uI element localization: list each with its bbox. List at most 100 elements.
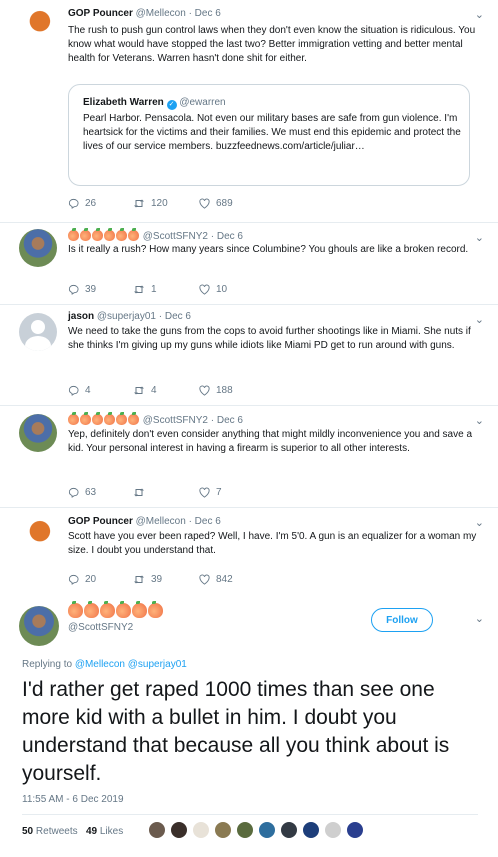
avatar[interactable] bbox=[19, 606, 59, 646]
like-button[interactable]: 842 bbox=[199, 574, 233, 585]
liker-avatar[interactable] bbox=[324, 821, 342, 839]
author-name[interactable] bbox=[68, 601, 164, 623]
author-handle[interactable]: @ScottSFNY2 bbox=[68, 622, 133, 633]
tweet-date[interactable]: · Dec 6 bbox=[189, 516, 221, 527]
chevron-down-icon[interactable]: ⌄ bbox=[475, 516, 484, 529]
like-button[interactable]: 188 bbox=[199, 385, 233, 396]
default-avatar-icon[interactable] bbox=[19, 313, 57, 351]
retweet-icon bbox=[134, 386, 144, 395]
reply-button[interactable]: 63 bbox=[68, 487, 96, 498]
tweet-header: jason @superjay01 · Dec 6 bbox=[68, 311, 191, 322]
heart-icon bbox=[199, 574, 210, 585]
retweet-icon bbox=[134, 285, 144, 294]
like-count: 7 bbox=[216, 487, 222, 499]
peach-emoji-name[interactable] bbox=[68, 412, 140, 428]
quote-header: Elizabeth Warren ✓ @ewarren bbox=[83, 97, 226, 110]
tweet-text: Is it really a rush? How many years sinc… bbox=[68, 244, 469, 255]
reply-button[interactable]: 4 bbox=[68, 385, 91, 396]
chevron-down-icon[interactable]: ⌄ bbox=[475, 414, 484, 427]
liker-avatar[interactable] bbox=[148, 821, 166, 839]
quoted-tweet[interactable]: Elizabeth Warren ✓ @ewarren Pearl Harbor… bbox=[68, 84, 470, 186]
liker-avatar[interactable] bbox=[280, 821, 298, 839]
author-name[interactable]: GOP Pouncer bbox=[68, 516, 133, 527]
tweet-header: GOP Pouncer @Mellecon · Dec 6 bbox=[68, 8, 221, 19]
liker-avatar[interactable] bbox=[346, 821, 364, 839]
retweets-stat[interactable]: 50 Retweets bbox=[22, 826, 78, 837]
retweet-button[interactable] bbox=[133, 487, 151, 498]
tweet-3[interactable]: jason @superjay01 · Dec 6 ⌄ We need to t… bbox=[0, 305, 498, 402]
quote-author-handle: @ewarren bbox=[179, 97, 226, 108]
tweet-header: @ScottSFNY2 · Dec 6 bbox=[68, 228, 243, 244]
tweet-date[interactable]: · Dec 6 bbox=[211, 415, 243, 426]
reply-button[interactable]: 20 bbox=[68, 574, 96, 585]
liker-avatar[interactable] bbox=[192, 821, 210, 839]
author-handle[interactable]: @ScottSFNY2 bbox=[143, 415, 208, 426]
main-tweet-header: @ScottSFNY2 Follow ⌄ bbox=[0, 598, 498, 652]
author-handle[interactable]: @Mellecon bbox=[136, 516, 186, 527]
like-button[interactable]: 10 bbox=[199, 284, 227, 295]
retweet-button[interactable]: 4 bbox=[133, 385, 157, 396]
tweet-5[interactable]: GOP Pouncer @Mellecon · Dec 6 ⌄ Scott ha… bbox=[0, 508, 498, 594]
tweet-timestamp[interactable]: 11:55 AM - 6 Dec 2019 bbox=[22, 794, 124, 805]
author-handle[interactable]: @Mellecon bbox=[136, 8, 186, 19]
tweet-date[interactable]: · Dec 6 bbox=[189, 8, 221, 19]
follow-button[interactable]: Follow bbox=[371, 608, 433, 632]
heart-icon bbox=[199, 198, 210, 209]
reply-count: 26 bbox=[85, 198, 97, 210]
likes-count: 49 bbox=[85, 826, 98, 837]
like-button[interactable]: 7 bbox=[199, 487, 222, 498]
reply-button[interactable]: 26 bbox=[68, 198, 96, 209]
like-button[interactable]: 689 bbox=[199, 198, 233, 209]
chevron-down-icon[interactable]: ⌄ bbox=[475, 612, 484, 625]
reply-icon bbox=[68, 198, 79, 209]
mention-link[interactable]: @Mellecon bbox=[75, 659, 125, 670]
chevron-down-icon[interactable]: ⌄ bbox=[475, 8, 484, 21]
liker-avatar[interactable] bbox=[236, 821, 254, 839]
avatar[interactable] bbox=[19, 6, 57, 44]
liker-avatar[interactable] bbox=[214, 821, 232, 839]
liker-avatar[interactable] bbox=[302, 821, 320, 839]
like-count: 842 bbox=[216, 574, 233, 586]
tweet-2[interactable]: @ScottSFNY2 · Dec 6 ⌄ Is it really a rus… bbox=[0, 223, 498, 304]
tweet-date[interactable]: · Dec 6 bbox=[159, 311, 191, 322]
reply-count: 20 bbox=[85, 574, 97, 586]
author-handle[interactable]: @superjay01 bbox=[97, 311, 156, 322]
retweets-count: 50 bbox=[22, 826, 34, 837]
reply-icon bbox=[68, 574, 79, 585]
retweet-count: 4 bbox=[151, 385, 157, 397]
author-name[interactable]: jason bbox=[68, 311, 94, 322]
verified-icon: ✓ bbox=[166, 100, 177, 110]
retweet-icon bbox=[134, 575, 144, 584]
tweet-text: The rush to push gun control laws when t… bbox=[68, 25, 476, 64]
liker-avatar[interactable] bbox=[258, 821, 276, 839]
author-handle[interactable]: @ScottSFNY2 bbox=[143, 231, 208, 242]
replying-prefix: Replying to bbox=[22, 659, 73, 670]
likes-label: Likes bbox=[99, 826, 124, 837]
author-name[interactable]: GOP Pouncer bbox=[68, 8, 133, 19]
reply-button[interactable]: 39 bbox=[68, 284, 96, 295]
avatar[interactable] bbox=[19, 414, 57, 452]
avatar[interactable] bbox=[19, 229, 57, 267]
retweet-count: 1 bbox=[151, 284, 157, 296]
liker-avatar[interactable] bbox=[170, 821, 188, 839]
tweet-date[interactable]: · Dec 6 bbox=[211, 231, 243, 242]
tweet-header: @ScottSFNY2 · Dec 6 bbox=[68, 412, 243, 428]
quote-author-name: Elizabeth Warren bbox=[83, 97, 164, 108]
retweets-label: Retweets bbox=[35, 826, 78, 837]
tweet-header: GOP Pouncer @Mellecon · Dec 6 bbox=[68, 516, 221, 527]
tweet-1[interactable]: GOP Pouncer @Mellecon · Dec 6 ⌄ The rush… bbox=[0, 0, 498, 222]
likes-stat[interactable]: 49 Likes bbox=[86, 826, 123, 837]
peach-emoji-name[interactable] bbox=[68, 228, 140, 244]
tweet-text: Scott have you ever been raped? Well, I … bbox=[68, 531, 477, 556]
like-count: 188 bbox=[216, 385, 233, 397]
retweet-button[interactable]: 120 bbox=[133, 198, 168, 209]
mention-link[interactable]: @superjay01 bbox=[128, 659, 187, 670]
tweet-text: Yep, definitely don't even consider anyt… bbox=[68, 429, 473, 454]
reply-count: 63 bbox=[85, 487, 97, 499]
quote-text: Pearl Harbor. Pensacola. Not even our mi… bbox=[83, 113, 461, 152]
reply-icon bbox=[68, 385, 79, 396]
avatar[interactable] bbox=[19, 516, 57, 554]
retweet-button[interactable]: 39 bbox=[133, 574, 162, 585]
tweet-4[interactable]: @ScottSFNY2 · Dec 6 ⌄ Yep, definitely do… bbox=[0, 406, 498, 504]
retweet-button[interactable]: 1 bbox=[133, 284, 157, 295]
